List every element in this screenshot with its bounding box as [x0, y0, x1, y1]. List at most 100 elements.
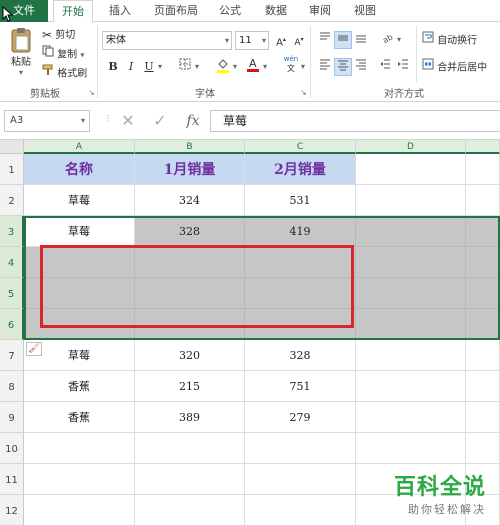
font-launcher-icon[interactable]: ↘ — [300, 88, 307, 97]
tab-home[interactable]: 开始 — [53, 0, 93, 23]
name-box[interactable]: A3 ▾ — [4, 110, 90, 132]
row-header-3[interactable]: 3 — [0, 216, 24, 247]
decrease-font-size-icon[interactable]: A▾ — [290, 31, 308, 49]
cell[interactable]: 328 — [245, 340, 356, 371]
align-center-icon[interactable] — [334, 58, 352, 76]
merge-center-button[interactable]: 合并后居中 — [422, 58, 487, 76]
row-header-6[interactable]: 6 — [0, 309, 24, 340]
tab-formulas[interactable]: 公式 — [210, 0, 250, 22]
cell[interactable] — [24, 278, 135, 309]
cell[interactable] — [356, 216, 466, 247]
header-cell[interactable]: 2月销量 — [245, 154, 356, 185]
column-header-a[interactable]: A — [24, 140, 135, 154]
cell[interactable] — [245, 495, 356, 525]
cell[interactable]: 324 — [135, 185, 245, 216]
enter-check-icon[interactable]: ✓ — [150, 110, 170, 132]
cell[interactable]: 328 — [135, 216, 245, 247]
cell[interactable] — [356, 154, 466, 185]
cell[interactable] — [466, 371, 500, 402]
cancel-icon[interactable]: ✕ — [118, 110, 138, 132]
cell[interactable] — [245, 309, 356, 340]
decrease-indent-icon[interactable] — [376, 58, 394, 76]
tab-data[interactable]: 数据 — [256, 0, 296, 22]
align-left-icon[interactable] — [316, 58, 334, 76]
align-top-icon[interactable] — [316, 31, 334, 49]
cell[interactable]: 草莓 — [24, 216, 135, 247]
row-header-12[interactable]: 12 — [0, 495, 24, 525]
cell[interactable] — [466, 340, 500, 371]
cell[interactable] — [356, 371, 466, 402]
tab-insert[interactable]: 插入 — [100, 0, 140, 22]
cell[interactable]: 279 — [245, 402, 356, 433]
align-bottom-icon[interactable] — [352, 31, 370, 49]
cell[interactable]: 419 — [245, 216, 356, 247]
cell[interactable] — [356, 247, 466, 278]
cell[interactable] — [24, 464, 135, 495]
cell[interactable] — [466, 185, 500, 216]
row-header-1[interactable]: 1 — [0, 154, 24, 185]
column-header-d[interactable]: D — [356, 140, 466, 154]
cell[interactable] — [24, 309, 135, 340]
tab-review[interactable]: 审阅 — [300, 0, 340, 22]
header-cell[interactable]: 名称 — [24, 154, 135, 185]
cell[interactable] — [466, 402, 500, 433]
font-size-select[interactable]: 11 ▾ — [235, 31, 269, 50]
italic-button[interactable]: I — [122, 58, 140, 76]
row-header-10[interactable]: 10 — [0, 433, 24, 464]
cell[interactable] — [466, 309, 500, 340]
chevron-down-icon[interactable]: ▾ — [260, 58, 270, 76]
paste-button[interactable]: 粘贴 ▾ — [6, 26, 36, 82]
increase-font-size-icon[interactable]: A▴ — [272, 31, 290, 49]
format-painter-button[interactable]: 格式刷 — [42, 64, 87, 82]
insert-function-button[interactable]: fx — [182, 110, 204, 132]
cell[interactable]: 320 — [135, 340, 245, 371]
cell[interactable] — [135, 433, 245, 464]
wrap-text-button[interactable]: 自动换行 — [422, 31, 477, 49]
column-header-e[interactable] — [466, 140, 500, 154]
cell[interactable]: 215 — [135, 371, 245, 402]
cell[interactable] — [24, 495, 135, 525]
cell[interactable] — [356, 340, 466, 371]
row-header-7[interactable]: 7 — [0, 340, 24, 371]
align-middle-icon[interactable] — [334, 31, 352, 49]
cell[interactable] — [356, 185, 466, 216]
cell[interactable]: 香蕉 — [24, 371, 135, 402]
copy-button[interactable]: 复制 ▾ — [42, 45, 84, 63]
row-header-11[interactable]: 11 — [0, 464, 24, 495]
tab-page-layout[interactable]: 页面布局 — [146, 0, 206, 22]
cell[interactable] — [356, 433, 466, 464]
cell[interactable] — [466, 154, 500, 185]
cell[interactable] — [466, 278, 500, 309]
cell[interactable] — [135, 309, 245, 340]
chevron-down-icon[interactable]: ▾ — [230, 58, 240, 76]
cell[interactable] — [245, 247, 356, 278]
increase-indent-icon[interactable] — [394, 58, 412, 76]
cell[interactable] — [24, 247, 135, 278]
row-header-4[interactable]: 4 — [0, 247, 24, 278]
cell[interactable]: 香蕉 — [24, 402, 135, 433]
cell[interactable] — [135, 278, 245, 309]
cell[interactable] — [356, 278, 466, 309]
chevron-down-icon[interactable]: ▾ — [155, 58, 165, 76]
column-header-b[interactable]: B — [135, 140, 245, 154]
cell[interactable] — [135, 464, 245, 495]
cell[interactable] — [245, 433, 356, 464]
row-header-2[interactable]: 2 — [0, 185, 24, 216]
chevron-down-icon[interactable]: ▾ — [298, 58, 308, 76]
cell[interactable] — [135, 247, 245, 278]
cell[interactable]: 751 — [245, 371, 356, 402]
cell[interactable]: 草莓 — [24, 185, 135, 216]
cell[interactable] — [356, 309, 466, 340]
select-all-corner[interactable] — [0, 140, 24, 154]
row-header-9[interactable]: 9 — [0, 402, 24, 433]
cell[interactable]: 531 — [245, 185, 356, 216]
cell[interactable]: 389 — [135, 402, 245, 433]
font-name-select[interactable]: 宋体 ▾ — [102, 31, 232, 50]
chevron-down-icon[interactable]: ▾ — [192, 58, 202, 76]
row-header-5[interactable]: 5 — [0, 278, 24, 309]
bold-button[interactable]: B — [104, 58, 122, 76]
column-header-c[interactable]: C — [245, 140, 356, 154]
clipboard-launcher-icon[interactable]: ↘ — [88, 88, 95, 97]
cell[interactable] — [466, 247, 500, 278]
cell[interactable] — [356, 402, 466, 433]
